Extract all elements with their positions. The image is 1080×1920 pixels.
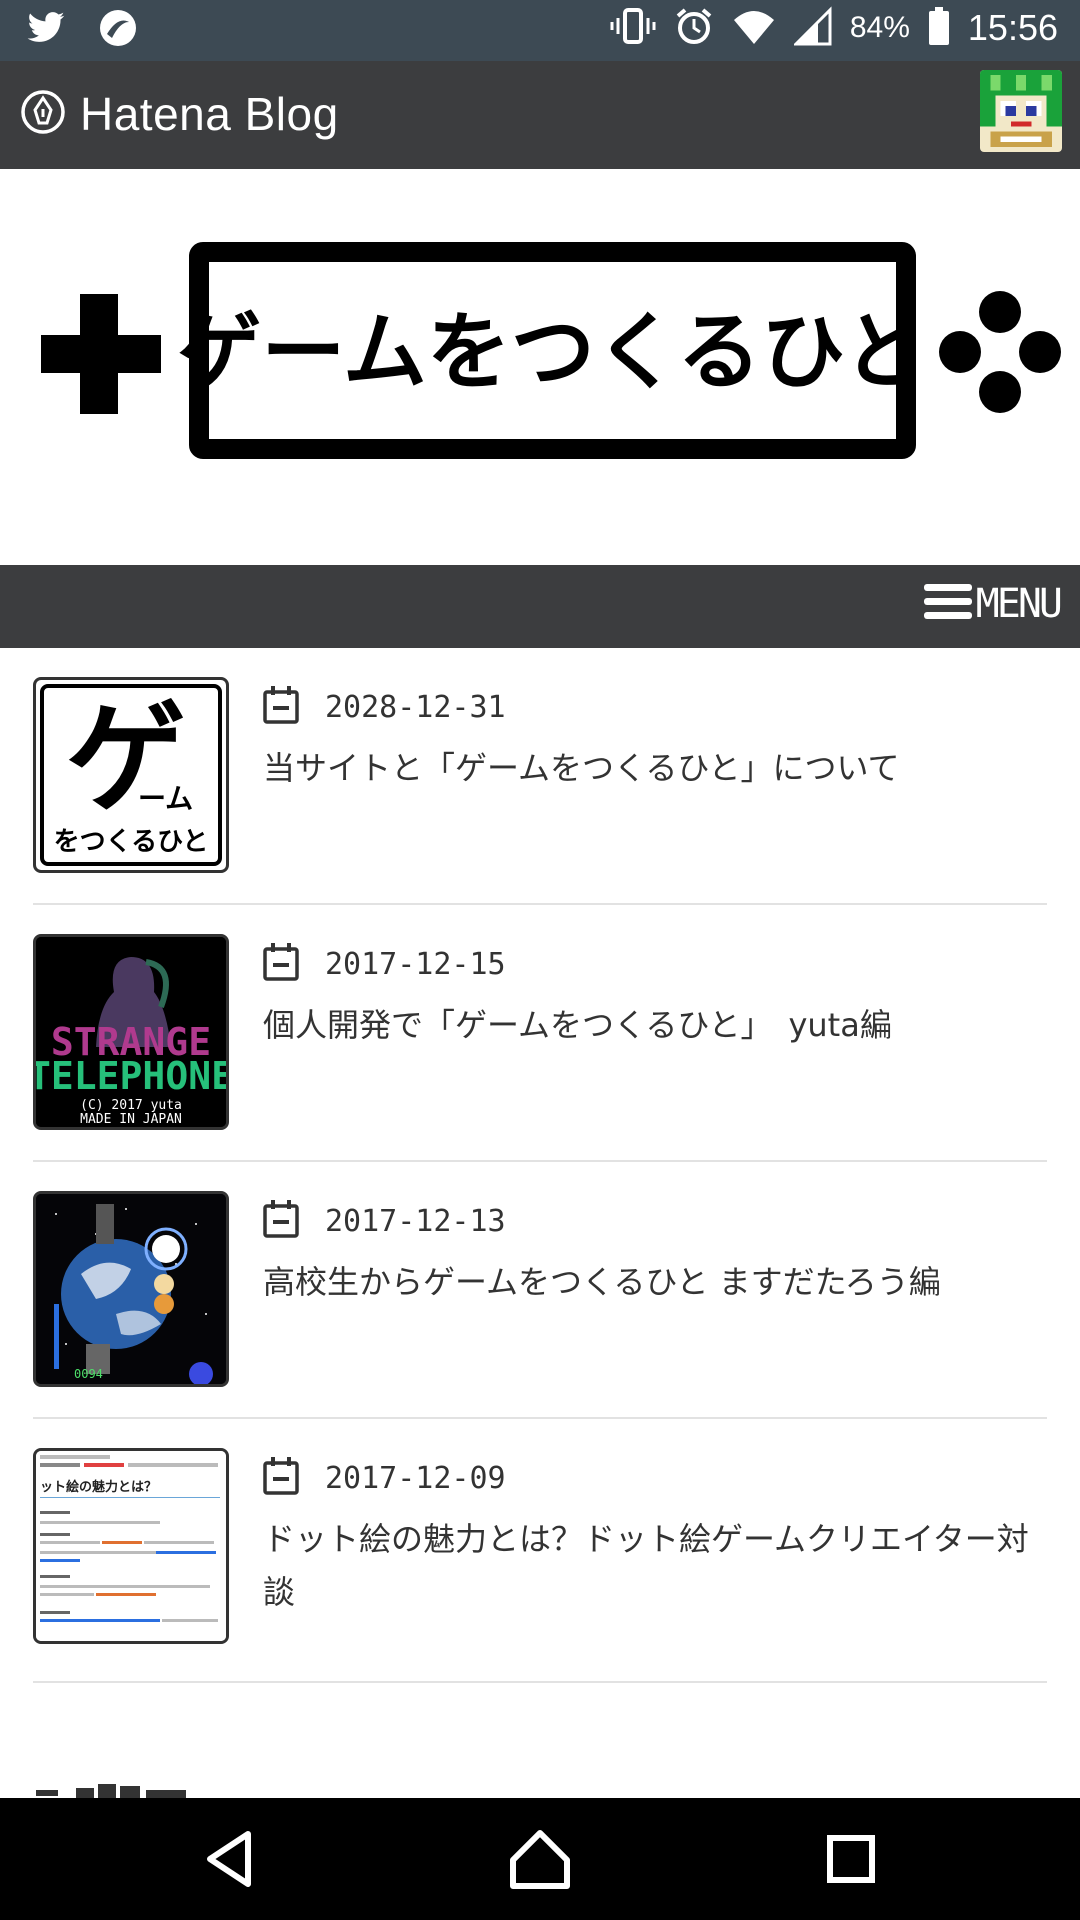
alarm-icon [674,6,714,50]
article-title[interactable]: 当サイトと「ゲームをつくるひと」について [263,742,1053,795]
thumb-text-telephone: TELEPHONE [36,1054,226,1098]
recents-icon [827,1835,875,1883]
battery-percent: 84% [849,11,910,44]
logo-subtitle: をつくるひと [54,827,209,857]
navigation-bar [0,1798,1080,1920]
article-date: 2017-12-15 [325,946,506,982]
article-thumbnail-shooter-game[interactable]: 0094 [33,1191,229,1387]
user-avatar[interactable] [980,70,1062,152]
buttons-icon [939,291,1061,413]
calendar-icon [263,1457,299,1499]
back-icon [207,1831,251,1887]
article-item[interactable]: 0094 2017-12-13 高校生からゲームをつくるひと ますだたろう編 [33,1162,1047,1419]
article-thumbnail-site-logo[interactable]: ゲ ーム をつくるひと [33,677,229,873]
dpad-icon [41,294,161,414]
article-meta: 2017-12-09 [263,1457,506,1499]
home-icon [510,1830,570,1889]
menu-button[interactable]: MENU [923,581,1063,627]
article-title[interactable]: 個人開発で「ゲームをつくるひと」 yuta編 [263,999,1053,1052]
app-icon [98,8,138,52]
article-item[interactable]: ット絵の魅力とは？ 2017-12-09 ドット絵の魅力とは？ドット絵ゲームクリ… [33,1419,1047,1683]
thumb-text-copyright: (C) 2017 yuta [80,1098,182,1113]
calendar-icon [263,686,299,728]
article-item[interactable]: STRANGE TELEPHONE (C) 2017 yuta MADE IN … [33,905,1047,1162]
blog-banner[interactable]: ゲームをつくるひと [0,169,1080,565]
twitter-icon [24,8,68,52]
battery-icon [928,6,950,50]
article-date: 2017-12-09 [325,1460,506,1496]
logo-char-small: ーム [138,782,193,815]
thumb-text-made: MADE IN JAPAN [80,1112,182,1127]
thumb-doc-heading: ット絵の魅力とは？ [40,1479,157,1495]
clock: 15:56 [967,7,1058,48]
article-thumbnail-strange-telephone[interactable]: STRANGE TELEPHONE (C) 2017 yuta MADE IN … [33,934,229,1130]
article-thumbnail-interview-doc[interactable]: ット絵の魅力とは？ [33,1448,229,1644]
status-bar: 84% 15:56 [0,0,1080,61]
back-button[interactable] [196,1824,266,1894]
signal-icon [792,6,832,50]
article-meta: 2017-12-15 [263,943,506,985]
article-meta: 2028-12-31 [263,686,506,728]
home-button[interactable] [505,1824,575,1894]
calendar-icon [263,943,299,985]
menu-bar: MENU [0,565,1080,648]
recents-button[interactable] [816,1824,886,1894]
hamburger-icon [923,581,972,627]
calendar-icon [263,1200,299,1242]
article-meta: 2017-12-13 [263,1200,506,1242]
hatena-blog-logo[interactable]: Hatena Blog [20,87,339,141]
next-section-peek [36,1778,236,1798]
brand-title: Hatena Blog [80,88,339,140]
svg-text:0094: 0094 [74,1367,103,1381]
vibrate-icon [610,6,656,50]
banner-title: ゲームをつくるひと [177,303,926,401]
wifi-icon [732,6,776,50]
menu-label: MENU [975,581,1063,627]
app-header: Hatena Blog [0,61,1080,169]
article-item[interactable]: ゲ ーム をつくるひと 2028-12-31 当サイトと「ゲームをつくるひと」に… [33,648,1047,905]
article-date: 2028-12-31 [325,689,506,725]
article-title[interactable]: 高校生からゲームをつくるひと ますだたろう編 [263,1256,1053,1309]
article-title[interactable]: ドット絵の魅力とは？ドット絵ゲームクリエイター対談 [263,1513,1053,1619]
pen-icon [20,89,66,139]
article-date: 2017-12-13 [325,1203,506,1239]
